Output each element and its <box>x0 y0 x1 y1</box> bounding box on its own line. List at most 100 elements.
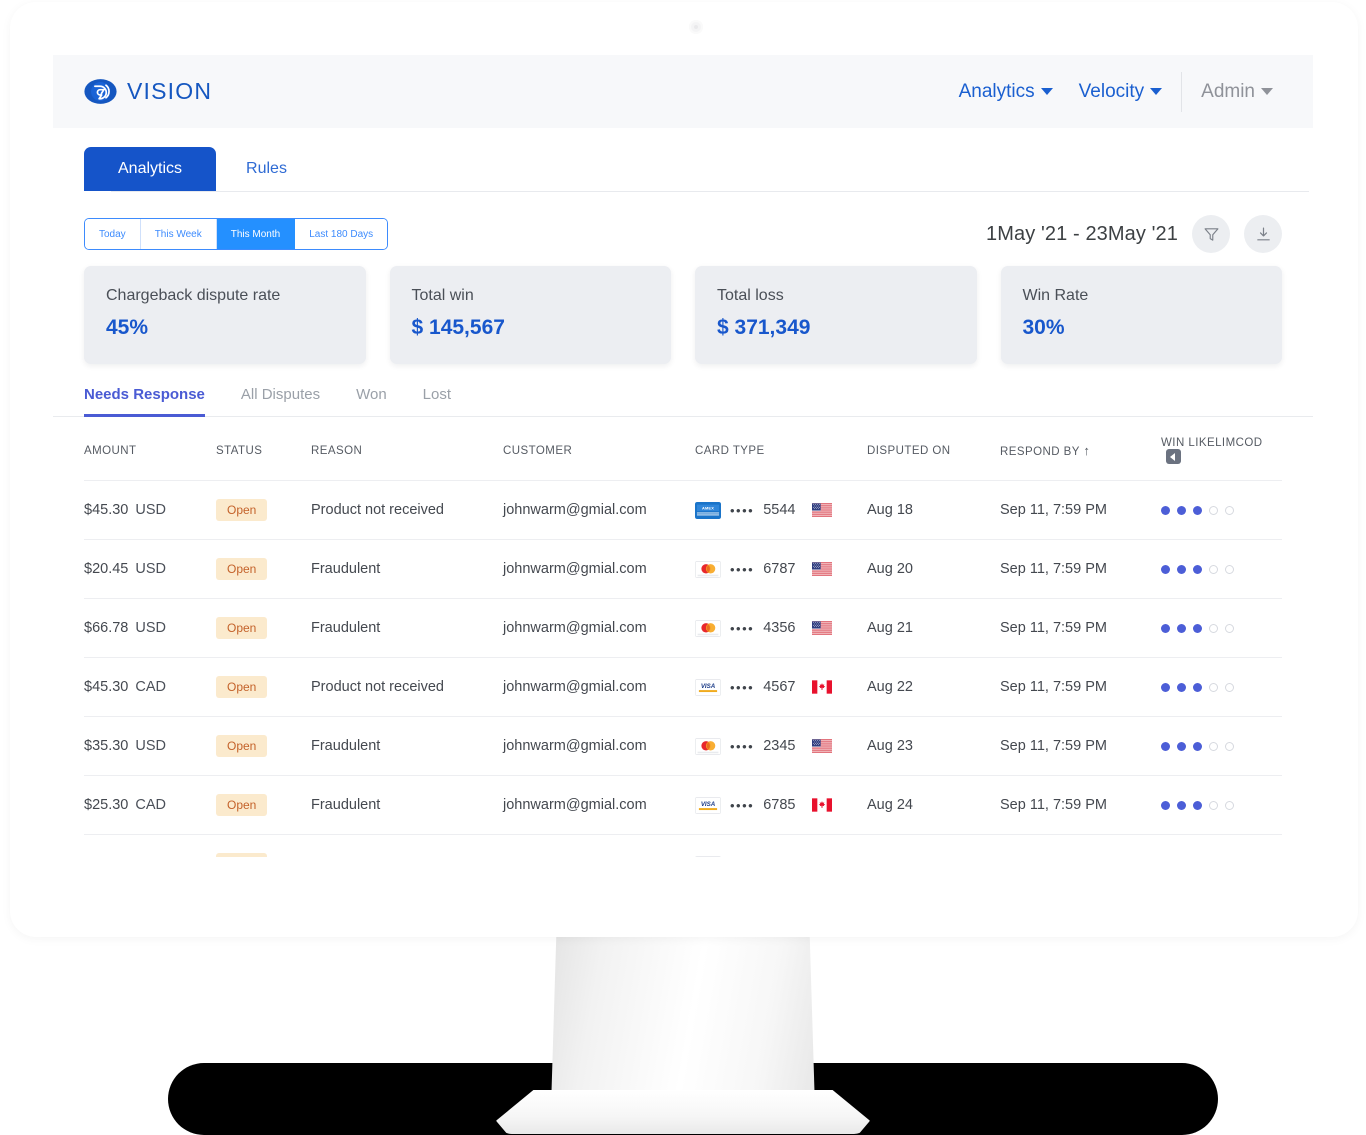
amex-card-icon: AMEX <box>695 502 721 519</box>
table-row[interactable]: $20.45USDOpenFraudulentjohnwarm@gmial.co… <box>84 540 1282 599</box>
nav-item-velocity-label: Velocity <box>1079 81 1144 103</box>
tab-rules[interactable]: Rules <box>216 147 317 191</box>
stat-card-chargeback-dispute-rate[interactable]: Chargeback dispute rate 45% <box>84 266 366 364</box>
win-likelihood-dot <box>1161 565 1170 574</box>
status-badge: Open <box>216 617 267 639</box>
tab-needs-response[interactable]: Needs Response <box>84 386 205 417</box>
mastercard-card-icon <box>695 856 721 858</box>
table-row[interactable]: $25.30CADOpenFraudulentjohnwarm@gmial.co… <box>84 776 1282 835</box>
cell-respond-by: Sep 11, 7:59 PM <box>1000 717 1161 776</box>
disputes-table-wrapper: AMOUNT STATUS REASON CUSTOMER CARD TYPE … <box>53 417 1313 857</box>
win-likelihood-dot <box>1177 624 1186 633</box>
nav-item-velocity[interactable]: Velocity <box>1066 81 1175 103</box>
nav-item-analytics[interactable]: Analytics <box>946 81 1066 103</box>
app-header: VISION Analytics Velocity Admin <box>53 55 1313 128</box>
dispute-tabbar: Needs Response All Disputes Won Lost <box>53 386 1313 417</box>
win-likelihood-dot <box>1177 506 1186 515</box>
amount-currency: USD <box>135 620 166 636</box>
column-header-respond-by-label: RESPOND BY <box>1000 446 1080 458</box>
card-number-mask: •••• <box>730 680 754 695</box>
stat-card-total-win[interactable]: Total win $ 145,567 <box>390 266 672 364</box>
win-likelihood-meter <box>1161 506 1282 515</box>
range-option-this-week[interactable]: This Week <box>141 219 217 249</box>
date-range-area: 1May '21 - 23May '21 <box>986 215 1282 253</box>
win-likelihood-dot <box>1193 742 1202 751</box>
download-icon <box>1255 226 1272 243</box>
win-likelihood-dot <box>1177 683 1186 692</box>
cell-disputed-on: Aug 23 <box>867 717 1000 776</box>
win-likelihood-dot <box>1209 742 1218 751</box>
column-header-reason[interactable]: REASON <box>311 417 503 481</box>
stat-cards: Chargeback dispute rate 45% Total win $ … <box>84 266 1282 364</box>
cell-respond-by: Sep 11, 7:59 PM <box>1000 776 1161 835</box>
column-header-customer[interactable]: CUSTOMER <box>503 417 695 481</box>
brand-name: VISION <box>127 78 212 105</box>
win-likelihood-dot <box>1161 683 1170 692</box>
card-number-mask: •••• <box>730 621 754 636</box>
column-header-card-type[interactable]: CARD TYPE <box>695 417 867 481</box>
card-last4: 2345 <box>763 738 795 754</box>
tab-analytics[interactable]: Analytics <box>84 147 216 191</box>
table-row[interactable]: $57.66USDOpenFraudulentjohnwarm@gmial.co… <box>84 835 1282 858</box>
win-likelihood-dot <box>1225 506 1234 515</box>
cell-status: Open <box>216 776 311 835</box>
cell-win-likelihood <box>1161 540 1282 599</box>
column-header-status[interactable]: STATUS <box>216 417 311 481</box>
info-arrow-badge-icon[interactable] <box>1166 449 1181 464</box>
range-option-last-180-days[interactable]: Last 180 Days <box>295 219 387 249</box>
win-likelihood-dot <box>1225 742 1234 751</box>
stat-card-total-loss[interactable]: Total loss $ 371,349 <box>695 266 977 364</box>
mastercard-card-icon <box>695 620 721 637</box>
column-header-win-likelihood[interactable]: WIN LIKELIMCOD <box>1161 417 1282 481</box>
table-row[interactable]: $45.30CADOpenProduct not receivedjohnwar… <box>84 658 1282 717</box>
tab-all-disputes[interactable]: All Disputes <box>241 386 320 417</box>
tabbar-divider <box>111 191 1309 192</box>
amount-currency: USD <box>135 502 166 518</box>
cell-disputed-on: Aug 24 <box>867 776 1000 835</box>
card-last4: 3478 <box>763 856 795 857</box>
card-number-mask: •••• <box>730 503 754 518</box>
amount-currency: USD <box>135 561 166 577</box>
download-button[interactable] <box>1244 215 1282 253</box>
chevron-down-icon <box>1261 88 1273 95</box>
cell-respond-by: Sep 11, 7:59 PM <box>1000 835 1161 858</box>
stat-card-win-rate[interactable]: Win Rate 30% <box>1001 266 1283 364</box>
stat-card-label: Total win <box>412 287 650 305</box>
range-option-this-month[interactable]: This Month <box>217 219 295 249</box>
cell-customer: johnwarm@gmial.com <box>503 717 695 776</box>
brand-logo[interactable]: VISION <box>84 75 212 108</box>
nav-item-admin[interactable]: Admin <box>1188 81 1286 103</box>
stat-card-value: $ 145,567 <box>412 316 650 340</box>
column-header-respond-by[interactable]: RESPOND BY ↑ <box>1000 417 1161 481</box>
win-likelihood-dot <box>1225 624 1234 633</box>
tab-won[interactable]: Won <box>356 386 387 417</box>
cell-status: Open <box>216 835 311 858</box>
status-badge: Open <box>216 499 267 521</box>
flag-canada-icon <box>812 680 832 694</box>
win-likelihood-dot <box>1209 506 1218 515</box>
range-option-today[interactable]: Today <box>85 219 141 249</box>
amount-currency: CAD <box>135 679 166 695</box>
date-range-label[interactable]: 1May '21 - 23May '21 <box>986 223 1178 246</box>
card-last4: 4356 <box>763 620 795 636</box>
cell-disputed-on: Aug 26 <box>867 835 1000 858</box>
win-likelihood-meter <box>1161 565 1282 574</box>
table-row[interactable]: $45.30USDOpenProduct not receivedjohnwar… <box>84 481 1282 540</box>
table-row[interactable]: $66.78USDOpenFraudulentjohnwarm@gmial.co… <box>84 599 1282 658</box>
cell-disputed-on: Aug 21 <box>867 599 1000 658</box>
win-likelihood-dot <box>1193 624 1202 633</box>
filter-button[interactable] <box>1192 215 1230 253</box>
tab-lost[interactable]: Lost <box>423 386 451 417</box>
card-last4: 6785 <box>763 797 795 813</box>
nav-divider <box>1181 72 1182 112</box>
svg-text:VISA: VISA <box>701 683 715 690</box>
cell-disputed-on: Aug 22 <box>867 658 1000 717</box>
cell-reason: Fraudulent <box>311 540 503 599</box>
monitor-mockup: VISION Analytics Velocity Admin <box>0 0 1366 1132</box>
column-header-amount[interactable]: AMOUNT <box>84 417 216 481</box>
table-row[interactable]: $35.30USDOpenFraudulentjohnwarm@gmial.co… <box>84 717 1282 776</box>
win-likelihood-dot <box>1193 565 1202 574</box>
cell-card-type: ••••2345 <box>695 717 867 776</box>
stat-card-label: Chargeback dispute rate <box>106 287 344 305</box>
column-header-disputed-on[interactable]: DISPUTED ON <box>867 417 1000 481</box>
